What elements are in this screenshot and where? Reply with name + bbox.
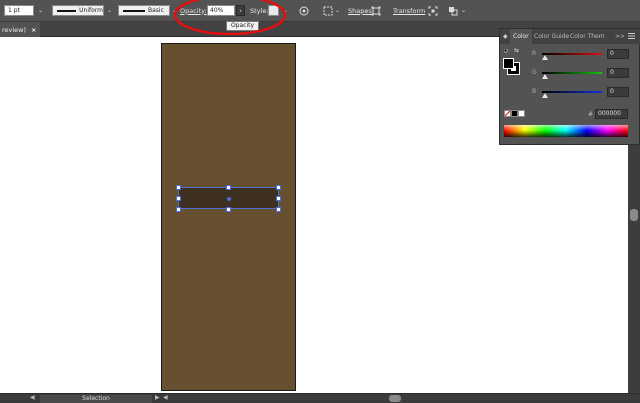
document-tab-label: review) bbox=[2, 25, 27, 34]
isolate-object-icon[interactable] bbox=[428, 4, 438, 17]
none-color-swatch[interactable] bbox=[504, 110, 511, 117]
status-tool-select[interactable]: Selection bbox=[40, 395, 152, 403]
status-tool-label: Selection bbox=[82, 395, 110, 402]
selection-handle-top-right[interactable] bbox=[276, 185, 281, 190]
selection-center-point bbox=[227, 197, 231, 201]
blue-value-field[interactable]: 0 bbox=[607, 87, 629, 97]
horizontal-scrollbar-thumb[interactable] bbox=[389, 395, 401, 402]
brush-line-preview bbox=[123, 9, 145, 12]
red-slider-knob[interactable] bbox=[542, 55, 548, 60]
selection-handle-top-left[interactable] bbox=[176, 185, 181, 190]
status-menu-arrow-icon[interactable]: ◀ bbox=[163, 394, 168, 401]
red-slider-track[interactable] bbox=[542, 53, 602, 55]
selection-handle-middle-left[interactable] bbox=[176, 196, 181, 201]
brush-label: Basic bbox=[148, 7, 164, 14]
panel-menu-icon[interactable] bbox=[628, 33, 635, 41]
red-value-field[interactable]: 0 bbox=[607, 49, 629, 59]
tab-color-guide[interactable]: Color Guide bbox=[534, 29, 569, 44]
hex-label: # bbox=[588, 111, 594, 118]
recolor-artwork-icon[interactable] bbox=[299, 4, 309, 17]
control-bar: 1 pt ⌄ Uniform ⌄ Basic ⌄ Opacity: 40% › … bbox=[0, 0, 640, 22]
close-tab-icon[interactable]: × bbox=[31, 26, 36, 34]
shapes-button[interactable]: Shapes bbox=[348, 4, 372, 17]
transform-box-icon[interactable] bbox=[371, 4, 381, 17]
green-slider-knob[interactable] bbox=[542, 74, 548, 79]
annotation-ellipse bbox=[173, 0, 287, 36]
arrange-dropdown-icon[interactable]: ⌄ bbox=[461, 4, 466, 17]
profile-dropdown-icon[interactable]: ⌄ bbox=[107, 4, 112, 17]
black-color-swatch[interactable] bbox=[511, 110, 518, 117]
color-panel: ◆ Color Color Guide Color Them >> ⇆ R 0 … bbox=[499, 28, 640, 145]
stroke-weight-dropdown-icon[interactable]: ⌄ bbox=[38, 4, 43, 17]
status-right-arrow-icon[interactable]: ▶ bbox=[155, 394, 160, 401]
blue-slider-track[interactable] bbox=[542, 91, 602, 93]
align-to-icon[interactable] bbox=[323, 4, 333, 17]
blue-slider-knob[interactable] bbox=[542, 93, 548, 98]
profile-label: Uniform bbox=[79, 7, 103, 14]
white-color-swatch[interactable] bbox=[518, 110, 525, 117]
panel-more-tabs-button[interactable]: >> bbox=[615, 29, 625, 44]
red-slider-row: R 0 bbox=[504, 49, 634, 61]
status-left-arrow-icon[interactable]: ◀ bbox=[30, 394, 35, 401]
selection-handle-bottom-middle[interactable] bbox=[226, 207, 231, 212]
green-slider-label: G bbox=[532, 69, 537, 76]
transform-button[interactable]: Transform bbox=[393, 4, 425, 17]
green-value-field[interactable]: 0 bbox=[607, 68, 629, 78]
align-dropdown-icon[interactable]: ⌄ bbox=[335, 4, 340, 17]
arrange-icon[interactable] bbox=[448, 4, 460, 17]
panel-collapse-icon[interactable]: ◆ bbox=[503, 33, 508, 40]
brush-definition-select[interactable]: Basic bbox=[118, 5, 170, 16]
selection-handle-top-middle[interactable] bbox=[226, 185, 231, 190]
profile-line-preview bbox=[57, 9, 77, 12]
status-bar: ◀ Selection ▶ ◀ bbox=[0, 393, 640, 403]
tab-color[interactable]: Color bbox=[510, 29, 532, 44]
selection-handle-bottom-left[interactable] bbox=[176, 207, 181, 212]
color-spectrum-bar[interactable] bbox=[504, 125, 628, 137]
stroke-weight-field[interactable]: 1 pt bbox=[4, 5, 34, 16]
blue-slider-label: B bbox=[532, 88, 537, 95]
blue-slider-row: B 0 bbox=[504, 87, 634, 99]
green-slider-track[interactable] bbox=[542, 72, 602, 74]
color-panel-header: ◆ Color Color Guide Color Them >> bbox=[500, 29, 640, 44]
vertical-scrollbar-thumb[interactable] bbox=[630, 209, 638, 221]
document-tab[interactable]: review) × bbox=[0, 22, 40, 37]
tab-color-themes[interactable]: Color Them bbox=[570, 29, 605, 44]
variable-width-profile-select[interactable]: Uniform bbox=[52, 5, 104, 16]
selection-handle-bottom-right[interactable] bbox=[276, 207, 281, 212]
red-slider-label: R bbox=[532, 50, 537, 57]
selection-handle-middle-right[interactable] bbox=[276, 196, 281, 201]
hex-value-field[interactable]: 000000 bbox=[595, 109, 628, 119]
stroke-weight-value: 1 pt bbox=[8, 7, 20, 14]
green-slider-row: G 0 bbox=[504, 68, 634, 80]
artboard-rectangle[interactable] bbox=[161, 43, 296, 391]
